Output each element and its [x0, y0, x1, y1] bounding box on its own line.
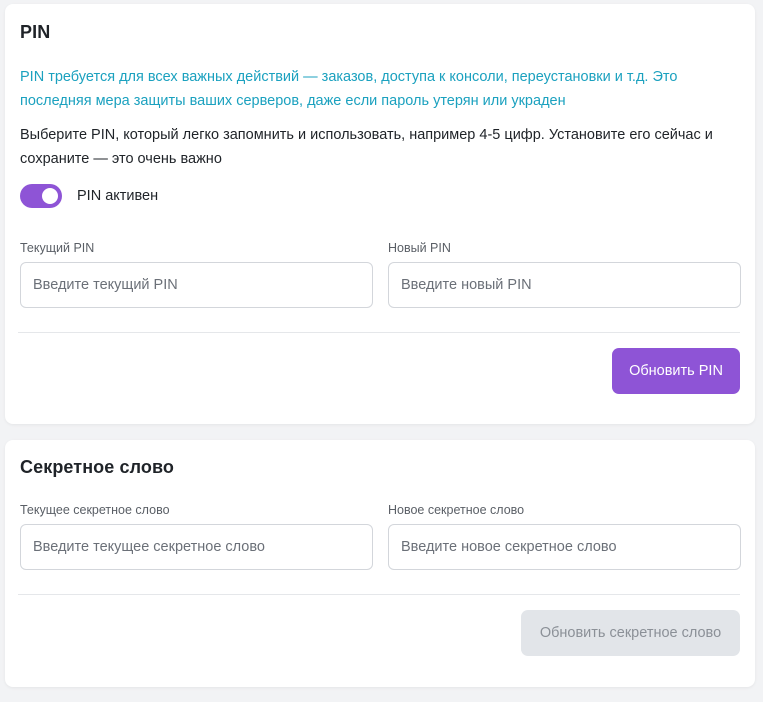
pin-divider — [18, 332, 740, 333]
new-pin-input[interactable] — [388, 262, 741, 308]
pin-active-label: PIN активен — [77, 188, 159, 204]
pin-section-title: PIN — [20, 22, 51, 42]
secret-divider — [18, 594, 740, 595]
pin-info-text: PIN требуется для всех важных действий —… — [20, 69, 678, 109]
new-secret-label: Новое секретное слово — [388, 503, 525, 517]
toggle-knob — [42, 188, 58, 204]
new-secret-input[interactable] — [388, 524, 741, 570]
update-pin-button[interactable]: Обновить PIN — [612, 348, 740, 394]
current-pin-label: Текущий PIN — [20, 241, 95, 255]
pin-active-toggle[interactable] — [20, 184, 62, 208]
update-secret-word-button[interactable]: Обновить секретное слово — [521, 610, 740, 656]
secret-section-title: Секретное слово — [20, 457, 175, 477]
pin-toggle-row: PIN активен — [20, 184, 158, 208]
new-pin-label: Новый PIN — [388, 241, 451, 255]
current-pin-input[interactable] — [20, 262, 373, 308]
pin-card: PIN PIN требуется для всех важных действ… — [5, 4, 755, 424]
pin-description: Выберите PIN, который легко запомнить и … — [20, 127, 713, 167]
current-secret-input[interactable] — [20, 524, 373, 570]
current-secret-label: Текущее секретное слово — [20, 503, 170, 517]
secret-word-card: Секретное слово Текущее секретное слово … — [5, 440, 755, 687]
